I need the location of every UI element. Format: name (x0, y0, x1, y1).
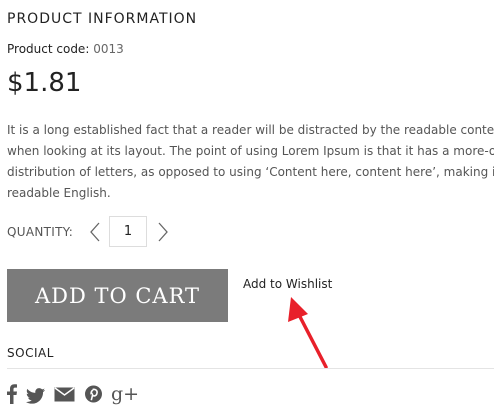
twitter-icon[interactable] (26, 383, 45, 405)
product-description: It is a long established fact that a rea… (7, 120, 494, 204)
add-to-cart-button[interactable]: ADD TO CART (7, 269, 228, 322)
add-to-wishlist-link[interactable]: Add to Wishlist (243, 277, 332, 291)
product-code-value: 0013 (93, 42, 124, 56)
email-icon[interactable] (54, 383, 75, 405)
chevron-left-icon[interactable] (88, 221, 102, 243)
social-heading: SOCIAL (7, 346, 54, 360)
annotation-arrow-icon (288, 297, 328, 369)
quantity-label: QUANTITY: (7, 225, 74, 239)
quantity-input[interactable] (109, 216, 147, 247)
description-line: readable English. (7, 186, 111, 200)
divider (7, 368, 494, 369)
product-code-label: Product code: (7, 42, 90, 56)
product-code: Product code: 0013 (7, 42, 124, 56)
google-plus-icon[interactable]: g+ (111, 383, 139, 405)
pinterest-icon[interactable] (84, 383, 103, 405)
chevron-right-icon[interactable] (156, 221, 170, 243)
description-line: when looking at its layout. The point of… (7, 144, 494, 158)
description-line: distribution of letters, as opposed to u… (7, 165, 494, 179)
product-info-heading: PRODUCT INFORMATION (7, 11, 198, 27)
description-line: It is a long established fact that a rea… (7, 123, 494, 137)
product-price: $1.81 (7, 68, 82, 98)
facebook-icon[interactable] (7, 383, 17, 405)
